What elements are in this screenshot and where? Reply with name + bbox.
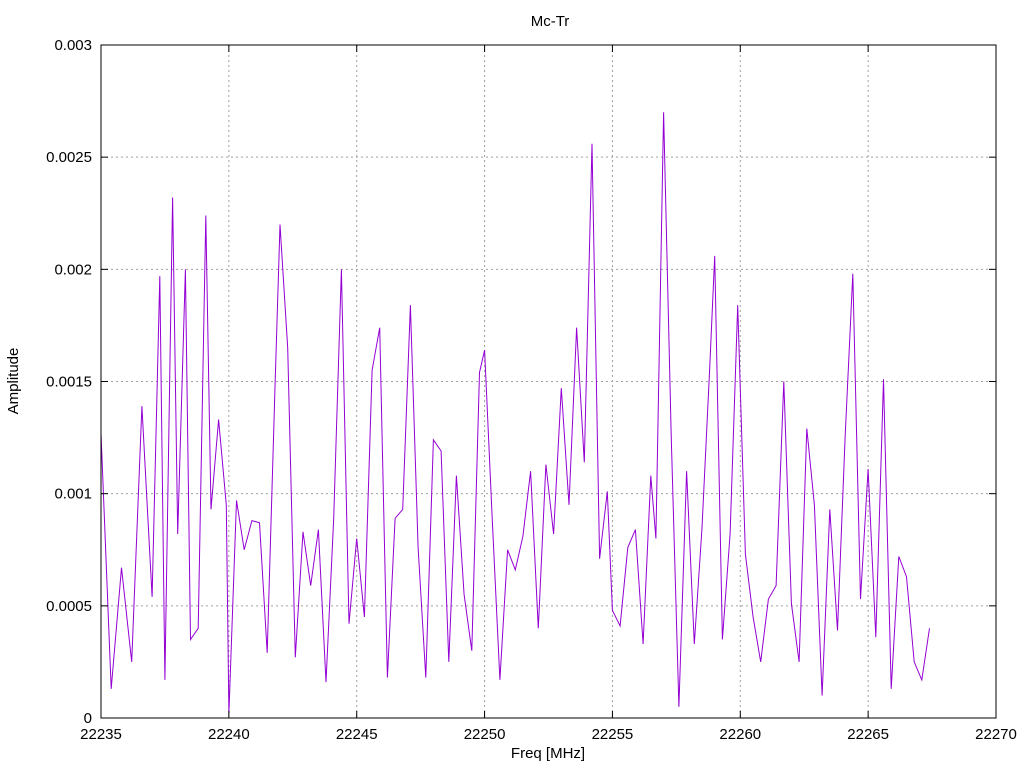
x-axis-title: Freq [MHz] bbox=[511, 745, 585, 762]
x-tick-label: 22260 bbox=[719, 726, 761, 743]
x-tick-label: 22255 bbox=[592, 726, 634, 743]
y-tick-label: 0 bbox=[84, 710, 92, 727]
x-tick-label: 22235 bbox=[80, 726, 122, 743]
y-tick-label: 0.002 bbox=[54, 261, 92, 278]
y-tick-label: 0.003 bbox=[54, 37, 92, 54]
y-axis-title: Amplitude bbox=[5, 348, 22, 415]
x-tick-label: 22240 bbox=[208, 726, 250, 743]
line-chart: Mc-Tr 22235 22240 22245 22250 22255 22260 2226… bbox=[5, 13, 1017, 762]
y-tick-label: 0.0025 bbox=[46, 149, 92, 166]
y-tick-label: 0.0015 bbox=[46, 374, 92, 391]
x-tick-label: 22250 bbox=[464, 726, 506, 743]
series-line-0 bbox=[100, 112, 930, 714]
grid-lines bbox=[100, 44, 997, 719]
x-tick-label: 22245 bbox=[336, 726, 378, 743]
x-tick-label: 22265 bbox=[847, 726, 889, 743]
x-tick-label: 22270 bbox=[975, 726, 1017, 743]
chart-title: Mc-Tr bbox=[531, 13, 570, 30]
series-layer bbox=[100, 112, 930, 714]
y-tick-label: 0.001 bbox=[54, 486, 92, 503]
y-tick-label: 0.0005 bbox=[46, 598, 92, 615]
